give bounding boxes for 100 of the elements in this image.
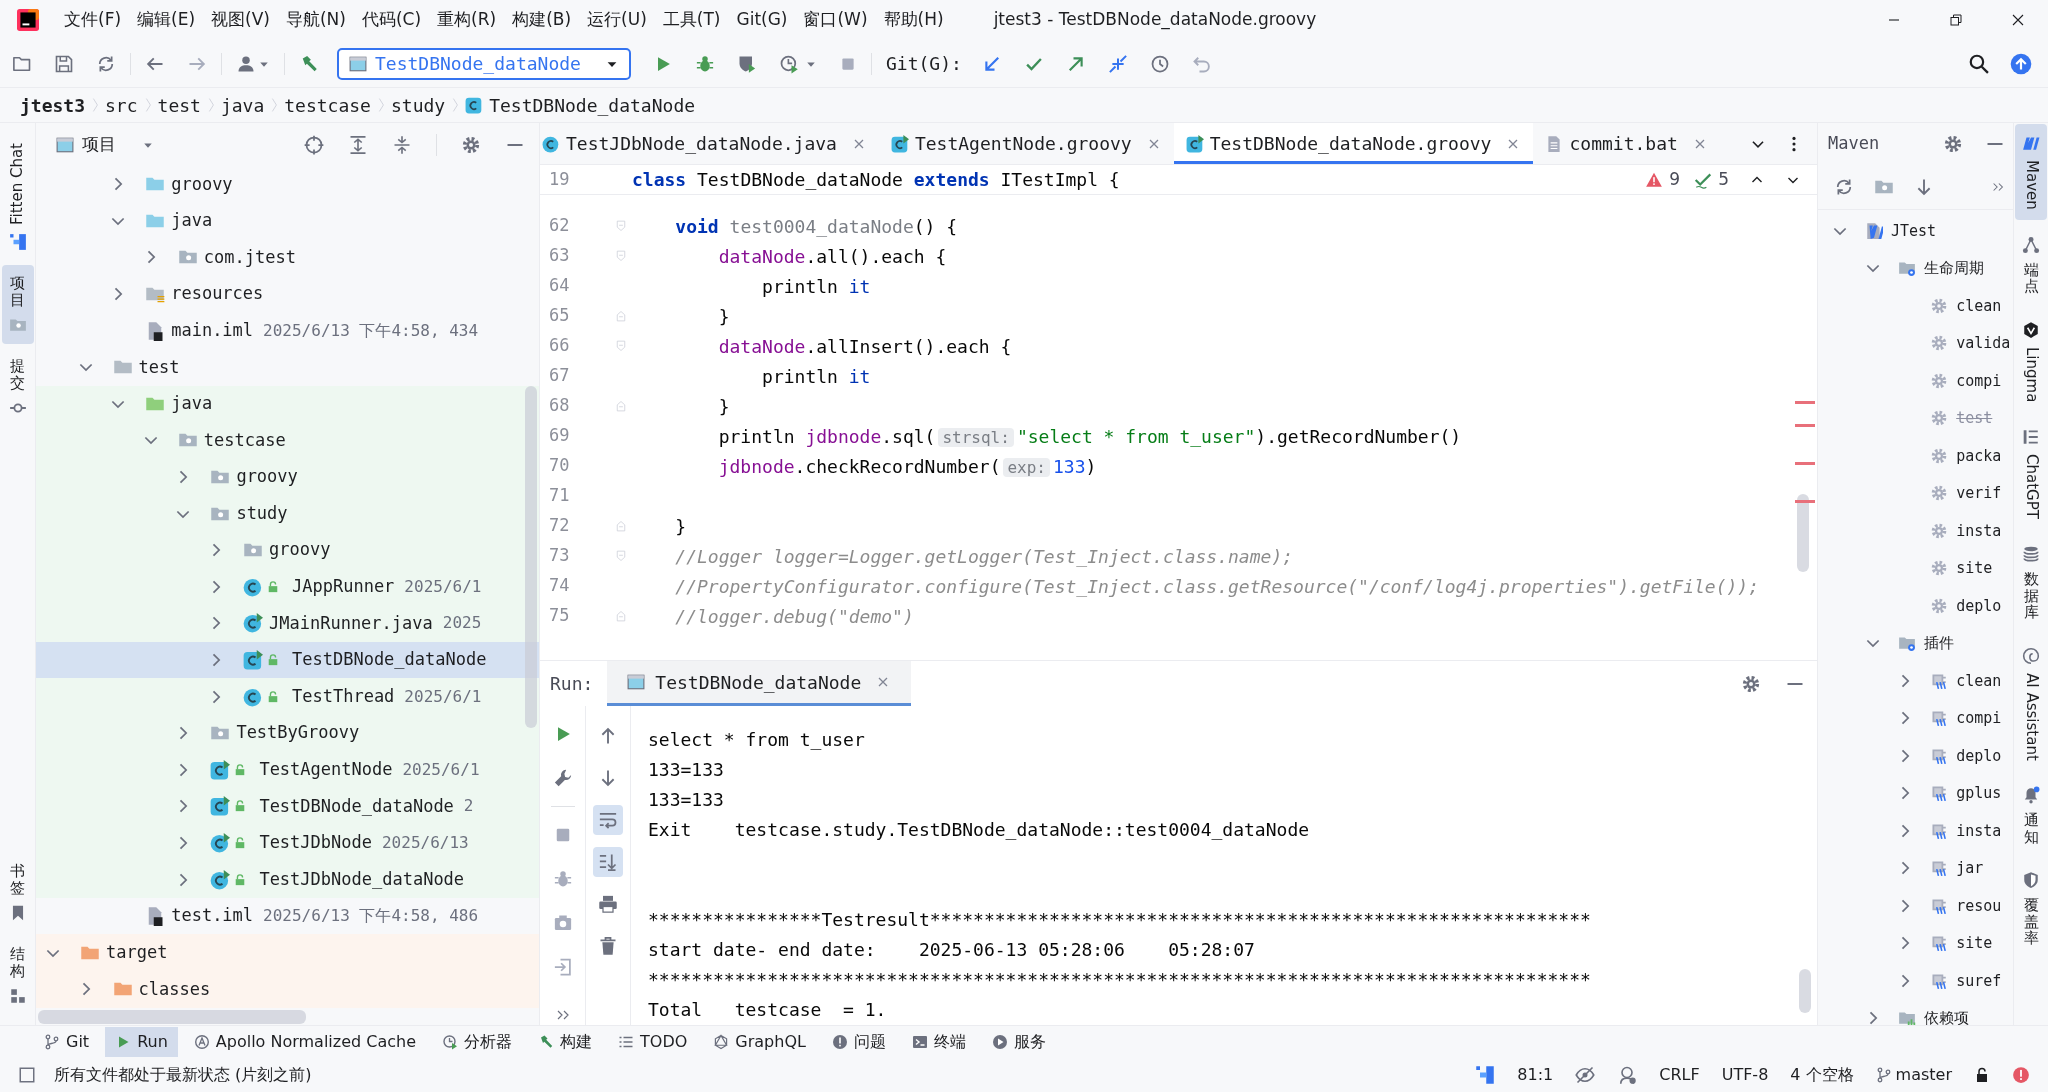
inspector-icon[interactable] (1617, 1065, 1638, 1085)
expand-all-icon[interactable] (348, 134, 368, 155)
tool-window-button[interactable]: 通知 (2015, 776, 2047, 856)
tree-item[interactable]: compi (1818, 699, 2013, 737)
menu-item[interactable]: 窗口(W) (795, 7, 876, 33)
menu-item[interactable]: 运行(U) (579, 7, 655, 33)
editor-tab[interactable]: TestAgentNode.groovy (878, 123, 1174, 164)
tree-item[interactable]: deplo (1818, 737, 2013, 775)
close-icon[interactable] (2010, 12, 2026, 28)
tool-window-tab[interactable]: Apollo Normalized Cache (183, 1027, 427, 1057)
tree-item[interactable]: TestAgentNode 2025/6/1 (36, 751, 539, 789)
tool-window-button[interactable]: 端点 (2015, 225, 2047, 305)
fold-marker-icon[interactable] (614, 519, 627, 533)
tree-item[interactable]: 依赖项 (1818, 999, 2013, 1025)
tree-item[interactable]: TestByGroovy (36, 714, 539, 752)
fold-marker-icon[interactable] (614, 339, 627, 353)
tree-item[interactable]: TestJDbNode_dataNode (36, 861, 539, 898)
tree-item[interactable]: valida (1818, 324, 2013, 362)
tree-item[interactable]: 插件 (1818, 624, 2013, 662)
tool-window-tab[interactable]: 分析器 (432, 1027, 523, 1057)
tree-item[interactable]: JMainRunner.java 2025 (36, 605, 539, 642)
tree-item[interactable]: java (36, 202, 539, 240)
fold-marker-icon[interactable] (614, 249, 627, 263)
tree-item[interactable]: groovy (36, 531, 539, 569)
tree-item[interactable]: test (36, 348, 539, 386)
tool-window-tab[interactable]: 问题 (821, 1027, 896, 1057)
tree-item[interactable]: JTest (1818, 212, 2013, 250)
line-separator[interactable]: CRLF (1659, 1063, 1700, 1087)
collapse-all-icon[interactable] (392, 134, 412, 155)
menu-item[interactable]: 编辑(E) (129, 7, 204, 33)
settings-icon[interactable] (1741, 673, 1761, 694)
fold-marker-icon[interactable] (614, 309, 627, 323)
tree-item[interactable]: site (1818, 549, 2013, 587)
breadcrumb-item[interactable]: testcase (284, 91, 371, 119)
tree-item[interactable]: study (36, 495, 539, 532)
fold-marker-icon[interactable] (614, 219, 627, 233)
wrench-icon[interactable] (552, 768, 573, 788)
tree-item[interactable]: clean (1818, 662, 2013, 700)
menu-item[interactable]: Git(G) (728, 7, 796, 33)
editor-tab[interactable]: commit.bat (1533, 123, 1720, 164)
scrollbar-thumb[interactable] (525, 386, 537, 728)
menu-item[interactable]: 视图(V) (203, 7, 278, 33)
settings-icon[interactable] (461, 134, 481, 155)
tree-item[interactable]: deplo (1818, 587, 2013, 625)
tree-item[interactable]: TestDBNode_dataNode 2 (36, 788, 539, 825)
tree-item[interactable]: clean (1818, 287, 2013, 325)
trash-icon[interactable] (598, 936, 618, 956)
menu-item[interactable]: 导航(N) (277, 7, 354, 33)
locate-icon[interactable] (304, 134, 324, 155)
tool-window-tab[interactable]: TODO (608, 1027, 698, 1057)
tool-window-button[interactable]: 数据库 (2015, 535, 2047, 631)
scrollbar-thumb[interactable] (1797, 494, 1809, 572)
tool-window-button[interactable]: 结构 (1, 936, 34, 1015)
tool-window-tab[interactable]: GraphQL (703, 1027, 816, 1057)
tree-item[interactable]: TestThread 2025/6/1 (36, 678, 539, 715)
tool-window-tab[interactable]: Run (105, 1027, 178, 1057)
warning-count[interactable]: 5 (1718, 166, 1729, 193)
breadcrumb-item[interactable]: src (105, 91, 138, 119)
tree-item[interactable]: com.jtest (36, 239, 539, 276)
scrollbar-thumb[interactable] (38, 1010, 306, 1024)
tree-item[interactable]: insta (1818, 512, 2013, 550)
indent-setting[interactable]: 4 个空格 (1790, 1063, 1854, 1087)
tool-window-button[interactable]: Maven (2015, 124, 2047, 220)
tool-window-button[interactable]: 书签 (1, 853, 34, 932)
project-view-selector[interactable]: 项目 (56, 131, 154, 158)
tree-item[interactable]: resou (1818, 887, 2013, 925)
tool-window-button[interactable]: ChatGPT (2015, 418, 2047, 529)
breadcrumb-item[interactable]: java (220, 91, 265, 119)
tool-window-button[interactable]: 覆盖率 (2015, 861, 2047, 957)
tree-item[interactable]: compi (1818, 362, 2013, 400)
menu-item[interactable]: 文件(F) (56, 7, 130, 33)
breadcrumb-item[interactable]: TestDBNode_dataNode (465, 91, 696, 119)
breadcrumb-item[interactable]: study (390, 91, 446, 119)
tree-item[interactable]: packa (1818, 437, 2013, 475)
tree-item[interactable]: testcase (36, 422, 539, 459)
breadcrumb-item[interactable]: jtest3 (20, 91, 86, 119)
tree-item[interactable]: jar (1818, 849, 2013, 887)
git-branch[interactable]: master (1875, 1063, 1952, 1087)
fold-marker-icon[interactable] (614, 549, 627, 563)
console-tab[interactable]: TestDBNode_dataNode (607, 661, 912, 706)
tool-window-tab[interactable]: 构建 (528, 1027, 603, 1057)
eye-off-icon[interactable] (1575, 1065, 1596, 1085)
menu-item[interactable]: 重构(R) (429, 7, 505, 33)
tool-window-button[interactable]: AI Assistant (2015, 636, 2047, 771)
menu-item[interactable]: 代码(C) (353, 7, 430, 33)
profiler-icon[interactable] (779, 53, 799, 74)
tree-item[interactable]: resources (36, 275, 539, 313)
tree-item[interactable]: site (1818, 924, 2013, 962)
print-icon[interactable] (598, 894, 618, 914)
scroll-to-end-toggle[interactable] (593, 847, 623, 877)
tree-item[interactable]: JAppRunner 2025/6/1 (36, 568, 539, 606)
tree-item[interactable]: classes (36, 971, 539, 1008)
save-icon[interactable] (54, 53, 74, 74)
history-clock-icon[interactable] (1149, 53, 1170, 74)
tree-item[interactable]: insta (1818, 812, 2013, 850)
scrollbar-thumb[interactable] (1799, 969, 1811, 1013)
soft-wrap-toggle[interactable] (593, 805, 623, 835)
menu-item[interactable]: 帮助(H) (875, 7, 952, 33)
editor-tab[interactable]: TestDBNode_dataNode.groovy (1173, 123, 1534, 164)
tree-item[interactable]: suref (1818, 962, 2013, 1000)
